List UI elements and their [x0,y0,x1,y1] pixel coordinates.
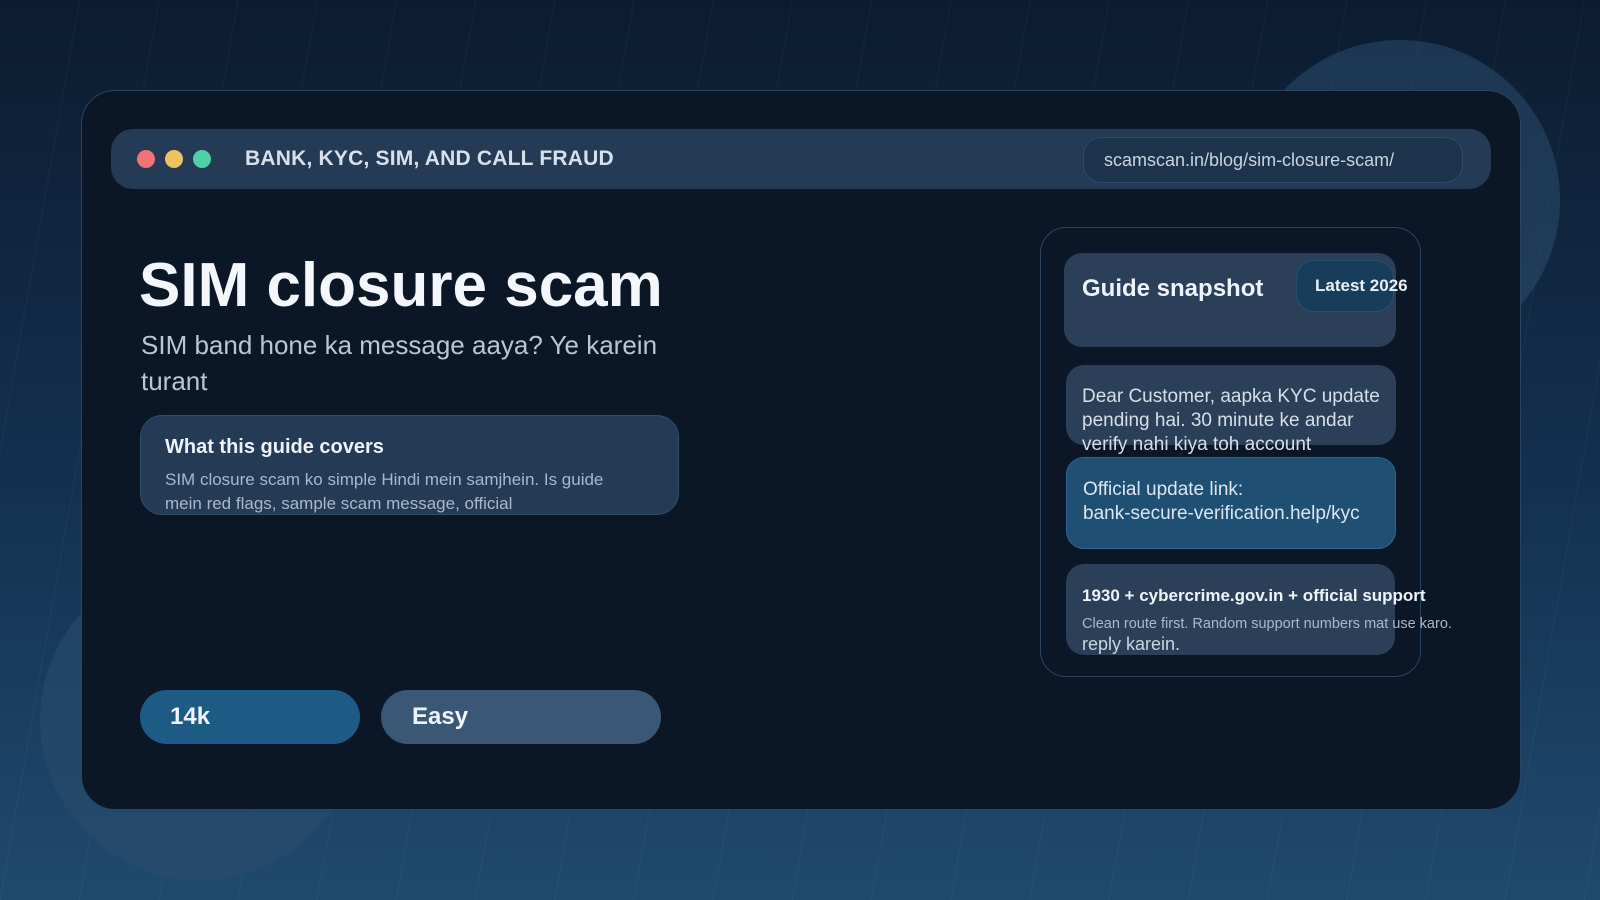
guide-covers-heading: What this guide covers [165,436,384,458]
guide-covers-body: SIM closure scam ko simple Hindi mein sa… [165,470,604,513]
sample-scam-message-text: Dear Customer, aapka KYC update pending … [1082,386,1380,455]
page-subtitle: SIM band hone ka message aaya? Ye karein… [141,330,658,396]
guide-snapshot-panel: Guide snapshot Latest 2026 Dear Customer… [1040,227,1452,677]
window-toolbar: BANK, KYC, SIM, AND CALL FRAUD scamscan.… [111,129,1491,189]
latest-badge-label: Latest 2026 [1315,276,1408,295]
browser-window: BANK, KYC, SIM, AND CALL FRAUD scamscan.… [81,90,1521,810]
minimize-window-button[interactable] [165,150,183,168]
address-bar[interactable]: scamscan.in/blog/sim-closure-scam/ [1083,137,1463,183]
page-title: SIM closure scam [139,251,663,320]
maximize-window-button[interactable] [193,150,211,168]
guide-covers-card: What this guide covers SIM closure scam … [140,415,679,515]
official-support-body: Clean route first. Random support number… [1082,616,1452,632]
scam-link-label: Official update link: [1083,479,1244,500]
official-support-tail: reply karein. [1082,634,1181,654]
snapshot-header-card: Guide snapshot Latest 2026 [1064,253,1408,347]
sample-scam-message-card: Dear Customer, aapka KYC update pending … [1066,365,1396,455]
views-stat-value: 14k [170,703,211,730]
scam-link-url: bank-secure-verification.help/kyc [1083,503,1360,524]
window-title: BANK, KYC, SIM, AND CALL FRAUD [245,147,614,170]
address-bar-url: scamscan.in/blog/sim-closure-scam/ [1104,150,1395,170]
difficulty-stat-value: Easy [412,703,469,730]
views-stat-pill: 14k [140,690,360,744]
snapshot-title: Guide snapshot [1082,275,1264,302]
scam-link-card: Official update link: bank-secure-verifi… [1066,457,1396,549]
official-support-title: 1930 + cybercrime.gov.in + official supp… [1082,586,1426,605]
close-window-button[interactable] [137,150,155,168]
official-support-card: 1930 + cybercrime.gov.in + official supp… [1066,564,1452,655]
difficulty-stat-pill: Easy [381,690,661,744]
latest-badge: Latest 2026 [1296,260,1408,312]
